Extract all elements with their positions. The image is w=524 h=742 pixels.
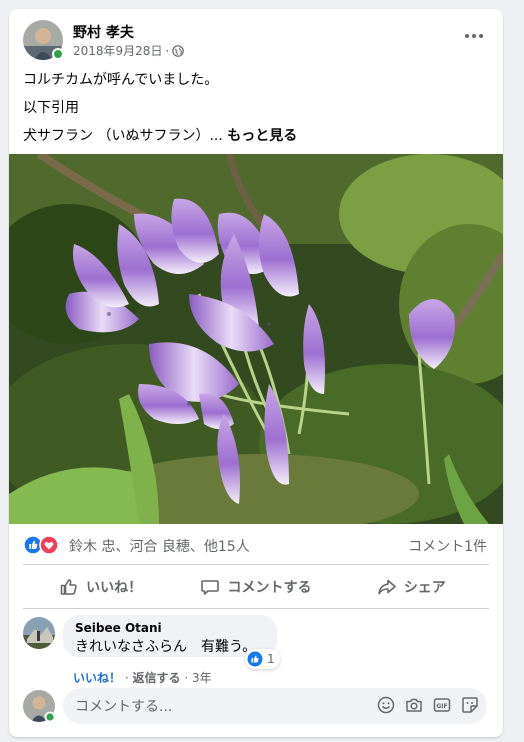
post-text: コルチカムが呼んでいました。 以下引用 犬サフラン （いぬサフラン）... もっ… bbox=[23, 66, 489, 150]
comment-input-placeholder: コメントする... bbox=[75, 699, 173, 715]
post-text-line: コルチカムが呼んでいました。 bbox=[23, 72, 219, 88]
divider bbox=[23, 564, 489, 565]
post-text-line: 以下引用 bbox=[23, 100, 79, 116]
globe-icon bbox=[172, 44, 185, 57]
comment-icon bbox=[201, 580, 220, 595]
post-photo[interactable] bbox=[9, 154, 503, 524]
author-avatar[interactable] bbox=[23, 20, 64, 60]
like-icon bbox=[247, 651, 263, 667]
post-meta: 2018年9月28日 · bbox=[73, 42, 185, 59]
post-date[interactable]: 2018年9月28日 bbox=[73, 42, 162, 59]
commenter-avatar[interactable] bbox=[23, 617, 55, 649]
reaction-icons[interactable] bbox=[23, 535, 61, 555]
comment-reply-link[interactable]: 返信する bbox=[133, 671, 181, 685]
comment-reaction-badge[interactable]: 1 bbox=[245, 649, 280, 669]
comment-item: Seibee Otani きれいなさふらん 有難う。 1 いいね！ · 返信する… bbox=[23, 615, 489, 687]
reaction-names[interactable]: 鈴木 忠、河合 良穂、他15人 bbox=[69, 536, 250, 556]
comment-text: きれいなさふらん 有難う。 bbox=[75, 639, 257, 655]
comment-link-separator: · bbox=[184, 671, 189, 685]
comment-reaction-count: 1 bbox=[267, 652, 275, 666]
current-user-avatar[interactable] bbox=[23, 690, 56, 723]
post-author-name[interactable]: 野村 孝夫 bbox=[73, 22, 134, 42]
comment-button[interactable]: コメントする bbox=[178, 569, 333, 605]
divider bbox=[23, 608, 489, 609]
comment-count[interactable]: コメント1件 bbox=[408, 536, 487, 556]
svg-text:GIF: GIF bbox=[436, 703, 447, 710]
share-button[interactable]: シェア bbox=[334, 569, 489, 605]
commenter-name[interactable]: Seibee Otani bbox=[75, 621, 265, 635]
see-more-link[interactable]: もっと見る bbox=[227, 128, 297, 144]
comment-link-separator: · bbox=[124, 671, 129, 685]
share-icon bbox=[378, 579, 396, 595]
post-text-truncated: 犬サフラン （いぬサフラン）... bbox=[23, 128, 223, 144]
crocus-photo bbox=[9, 154, 503, 524]
like-button-label: いいね！ bbox=[86, 580, 143, 596]
camera-icon[interactable] bbox=[405, 696, 423, 714]
gif-icon[interactable]: GIF bbox=[433, 696, 451, 714]
composer-tools: GIF bbox=[377, 696, 479, 714]
reaction-summary: 鈴木 忠、河合 良穂、他15人 コメント1件 bbox=[23, 533, 489, 557]
online-status-dot bbox=[44, 711, 56, 723]
comment-like-link[interactable]: いいね！ bbox=[73, 671, 121, 685]
like-button[interactable]: いいね！ bbox=[23, 569, 178, 605]
comment-age[interactable]: 3年 bbox=[192, 671, 212, 685]
more-options-icon[interactable] bbox=[459, 24, 489, 48]
online-status-dot bbox=[52, 48, 64, 60]
comment-bubble: Seibee Otani きれいなさふらん 有難う。 bbox=[63, 615, 277, 657]
action-bar: いいね！ コメントする シェア bbox=[23, 569, 489, 605]
post-header: 野村 孝夫 2018年9月28日 · bbox=[23, 20, 489, 62]
comment-actions: いいね！ · 返信する · 3年 bbox=[73, 669, 212, 686]
sticker-icon[interactable] bbox=[461, 696, 479, 714]
share-button-label: シェア bbox=[403, 580, 446, 596]
post-text-line: 犬サフラン （いぬサフラン）... もっと見る bbox=[23, 122, 489, 150]
emoji-icon[interactable] bbox=[377, 696, 395, 714]
thumbs-up-icon bbox=[60, 579, 77, 595]
post-card: 野村 孝夫 2018年9月28日 · コルチカムが呼んでいました。 以下引用 犬… bbox=[9, 9, 503, 737]
comment-button-label: コメントする bbox=[227, 580, 312, 596]
comment-composer: コメントする... GIF bbox=[23, 688, 489, 724]
meta-separator: · bbox=[165, 43, 170, 58]
